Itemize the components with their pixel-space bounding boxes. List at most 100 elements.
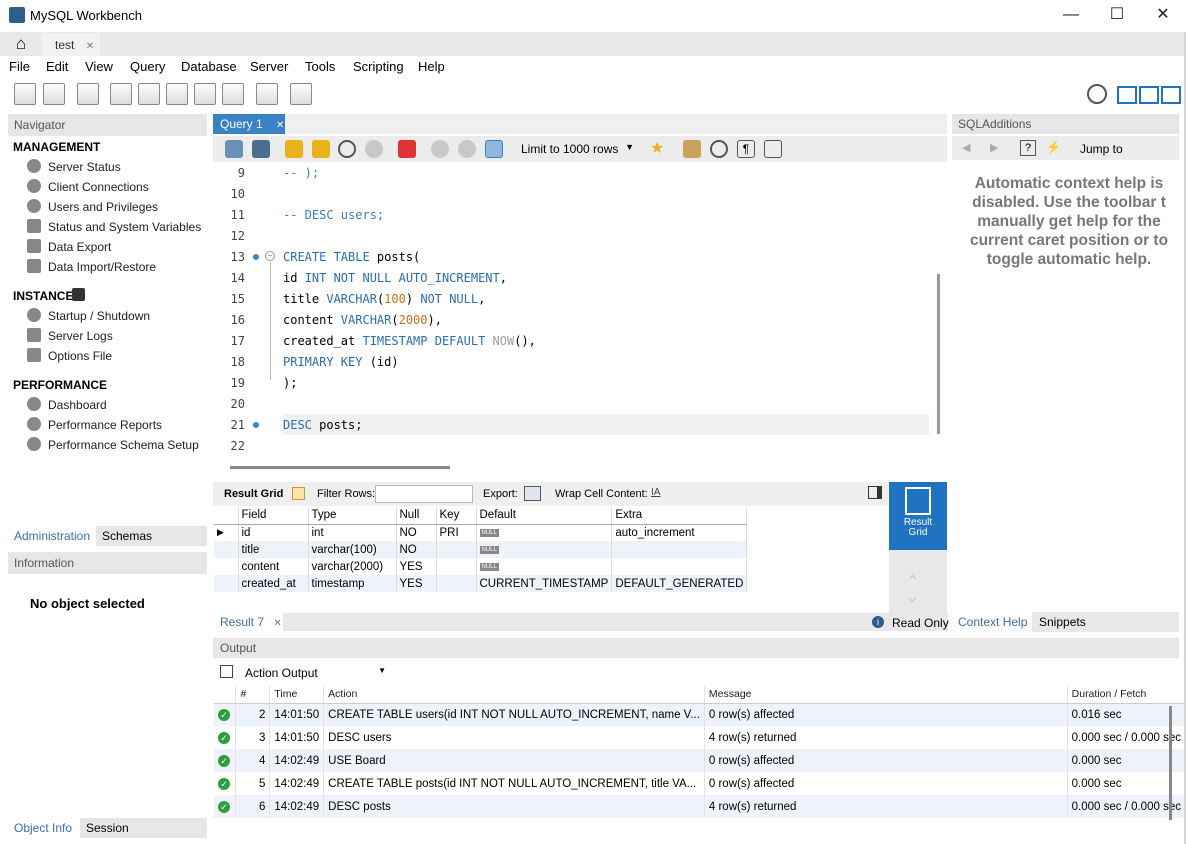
nav-options-file[interactable]: Options File	[48, 349, 112, 363]
nav-data-export[interactable]: Data Export	[48, 240, 111, 254]
toggle-secondary-sidebar-icon[interactable]	[1161, 86, 1181, 104]
cell[interactable]: CURRENT_TIMESTAMP	[476, 575, 613, 592]
cell[interactable]: NULL	[476, 524, 613, 541]
toggle-sidebar-icon[interactable]	[1117, 86, 1137, 104]
column-header[interactable]: Message	[704, 686, 1068, 704]
editor-hscrollbar[interactable]	[230, 466, 450, 469]
fold-collapse-icon[interactable]: −	[265, 251, 275, 261]
rollback-icon[interactable]	[458, 140, 476, 158]
stop-on-error-icon[interactable]	[398, 140, 416, 158]
nav-server-status[interactable]: Server Status	[48, 160, 121, 174]
cell[interactable]: title	[238, 541, 309, 558]
new-sql-tab-icon[interactable]	[14, 83, 36, 105]
column-header[interactable]: Field	[238, 507, 309, 525]
create-function-icon[interactable]	[222, 83, 244, 105]
open-file-icon[interactable]	[225, 140, 243, 158]
cell[interactable]: YES	[396, 558, 437, 575]
table-row[interactable]: created_at timestamp YES CURRENT_TIMESTA…	[214, 575, 748, 592]
back-icon[interactable]: ◀	[962, 141, 970, 154]
cell[interactable]	[611, 541, 748, 558]
column-header[interactable]: Default	[476, 507, 613, 525]
column-header[interactable]: Duration / Fetch	[1067, 686, 1186, 704]
settings-gear-icon[interactable]	[1087, 84, 1107, 104]
close-result-tab-icon[interactable]: ✕	[273, 618, 281, 629]
column-header[interactable]: Extra	[611, 507, 748, 525]
menu-server[interactable]: Server	[250, 59, 288, 74]
editor-scrollbar[interactable]	[937, 274, 940, 434]
nav-server-logs[interactable]: Server Logs	[48, 329, 113, 343]
menu-file[interactable]: File	[9, 59, 30, 74]
column-header[interactable]: Action	[323, 686, 705, 704]
commit-icon[interactable]	[431, 140, 449, 158]
nav-dashboard[interactable]: Dashboard	[48, 398, 107, 412]
create-view-icon[interactable]	[166, 83, 188, 105]
tab-object-info[interactable]: Object Info	[8, 818, 80, 838]
cell[interactable]: varchar(2000)	[308, 558, 397, 575]
auto-help-icon[interactable]: ⚡	[1046, 140, 1062, 156]
output-table[interactable]: # Time Action Message Duration / Fetch ✓…	[214, 686, 1186, 818]
output-row[interactable]: ✓ 4 14:02:49 USE Board 0 row(s) affected…	[214, 749, 1186, 772]
menu-edit[interactable]: Edit	[46, 59, 68, 74]
close-window-button[interactable]: ✕	[1140, 0, 1186, 32]
create-schema-icon[interactable]	[110, 83, 132, 105]
output-row[interactable]: ✓ 5 14:02:49 CREATE TABLE posts(id INT N…	[214, 772, 1186, 795]
toggle-output-icon[interactable]	[1139, 86, 1159, 104]
execute-icon[interactable]	[285, 140, 303, 158]
menu-scripting[interactable]: Scripting	[353, 59, 404, 74]
cell[interactable]: DEFAULT_GENERATED	[611, 575, 748, 592]
output-scrollbar[interactable]	[1169, 706, 1172, 820]
beautify-icon[interactable]	[683, 140, 701, 158]
copy-output-icon[interactable]	[220, 665, 233, 678]
cell[interactable]: PRI	[436, 524, 477, 541]
column-header[interactable]: #	[235, 686, 271, 704]
column-header[interactable]: Type	[308, 507, 397, 525]
find-icon[interactable]	[710, 140, 728, 158]
favorite-star-icon[interactable]: ★	[650, 140, 668, 158]
nav-performance-reports[interactable]: Performance Reports	[48, 418, 162, 432]
menu-view[interactable]: View	[85, 59, 113, 74]
toggle-panel-icon[interactable]	[868, 486, 882, 499]
home-icon[interactable]: ⌂	[0, 32, 42, 56]
forward-icon[interactable]: ▶	[990, 141, 998, 154]
row-selector[interactable]	[214, 575, 239, 592]
jump-to-select[interactable]: Jump to	[1080, 142, 1123, 156]
cell[interactable]: id	[238, 524, 309, 541]
cell[interactable]: NULL	[476, 541, 613, 558]
open-sql-script-icon[interactable]	[43, 83, 65, 105]
nav-startup-shutdown[interactable]: Startup / Shutdown	[48, 309, 150, 323]
export-icon[interactable]	[524, 486, 541, 501]
cell[interactable]	[611, 558, 748, 575]
reconnect-icon[interactable]	[290, 83, 312, 105]
autocommit-icon[interactable]	[485, 140, 503, 158]
cell[interactable]	[436, 541, 477, 558]
table-row[interactable]: title varchar(100) NO NULL	[214, 541, 748, 558]
maximize-button[interactable]: ☐	[1094, 0, 1140, 32]
cell[interactable]: NO	[396, 541, 437, 558]
column-header[interactable]: Null	[396, 507, 437, 525]
cell[interactable]	[436, 575, 477, 592]
cell[interactable]: timestamp	[308, 575, 397, 592]
row-selector[interactable]	[214, 558, 239, 575]
output-type-select[interactable]: Action Output ▼	[240, 662, 390, 682]
wrap-cell-icon[interactable]: IA	[651, 487, 660, 498]
create-procedure-icon[interactable]	[194, 83, 216, 105]
invisible-chars-icon[interactable]: ¶	[737, 140, 755, 158]
close-query-tab-icon[interactable]: ✕	[276, 120, 284, 131]
create-table-icon[interactable]	[138, 83, 160, 105]
nav-status-variables[interactable]: Status and System Variables	[48, 220, 201, 234]
column-header[interactable]: Time	[269, 686, 325, 704]
stop-icon[interactable]	[365, 140, 383, 158]
execute-current-icon[interactable]	[312, 140, 330, 158]
manual-help-icon[interactable]: ?	[1020, 140, 1036, 156]
tab-snippets[interactable]: Snippets	[1033, 612, 1086, 629]
menu-query[interactable]: Query	[130, 59, 165, 74]
cell[interactable]: NO	[396, 524, 437, 541]
filter-rows-input[interactable]	[375, 485, 473, 503]
cell[interactable]: NULL	[476, 558, 613, 575]
explain-icon[interactable]	[338, 140, 356, 158]
output-row[interactable]: ✓ 3 14:01:50 DESC users 4 row(s) returne…	[214, 726, 1186, 749]
menu-help[interactable]: Help	[418, 59, 445, 74]
tab-context-help[interactable]: Context Help	[952, 612, 1032, 632]
column-header[interactable]: Key	[436, 507, 477, 525]
result-grid-button[interactable]: Result Grid	[889, 482, 947, 550]
